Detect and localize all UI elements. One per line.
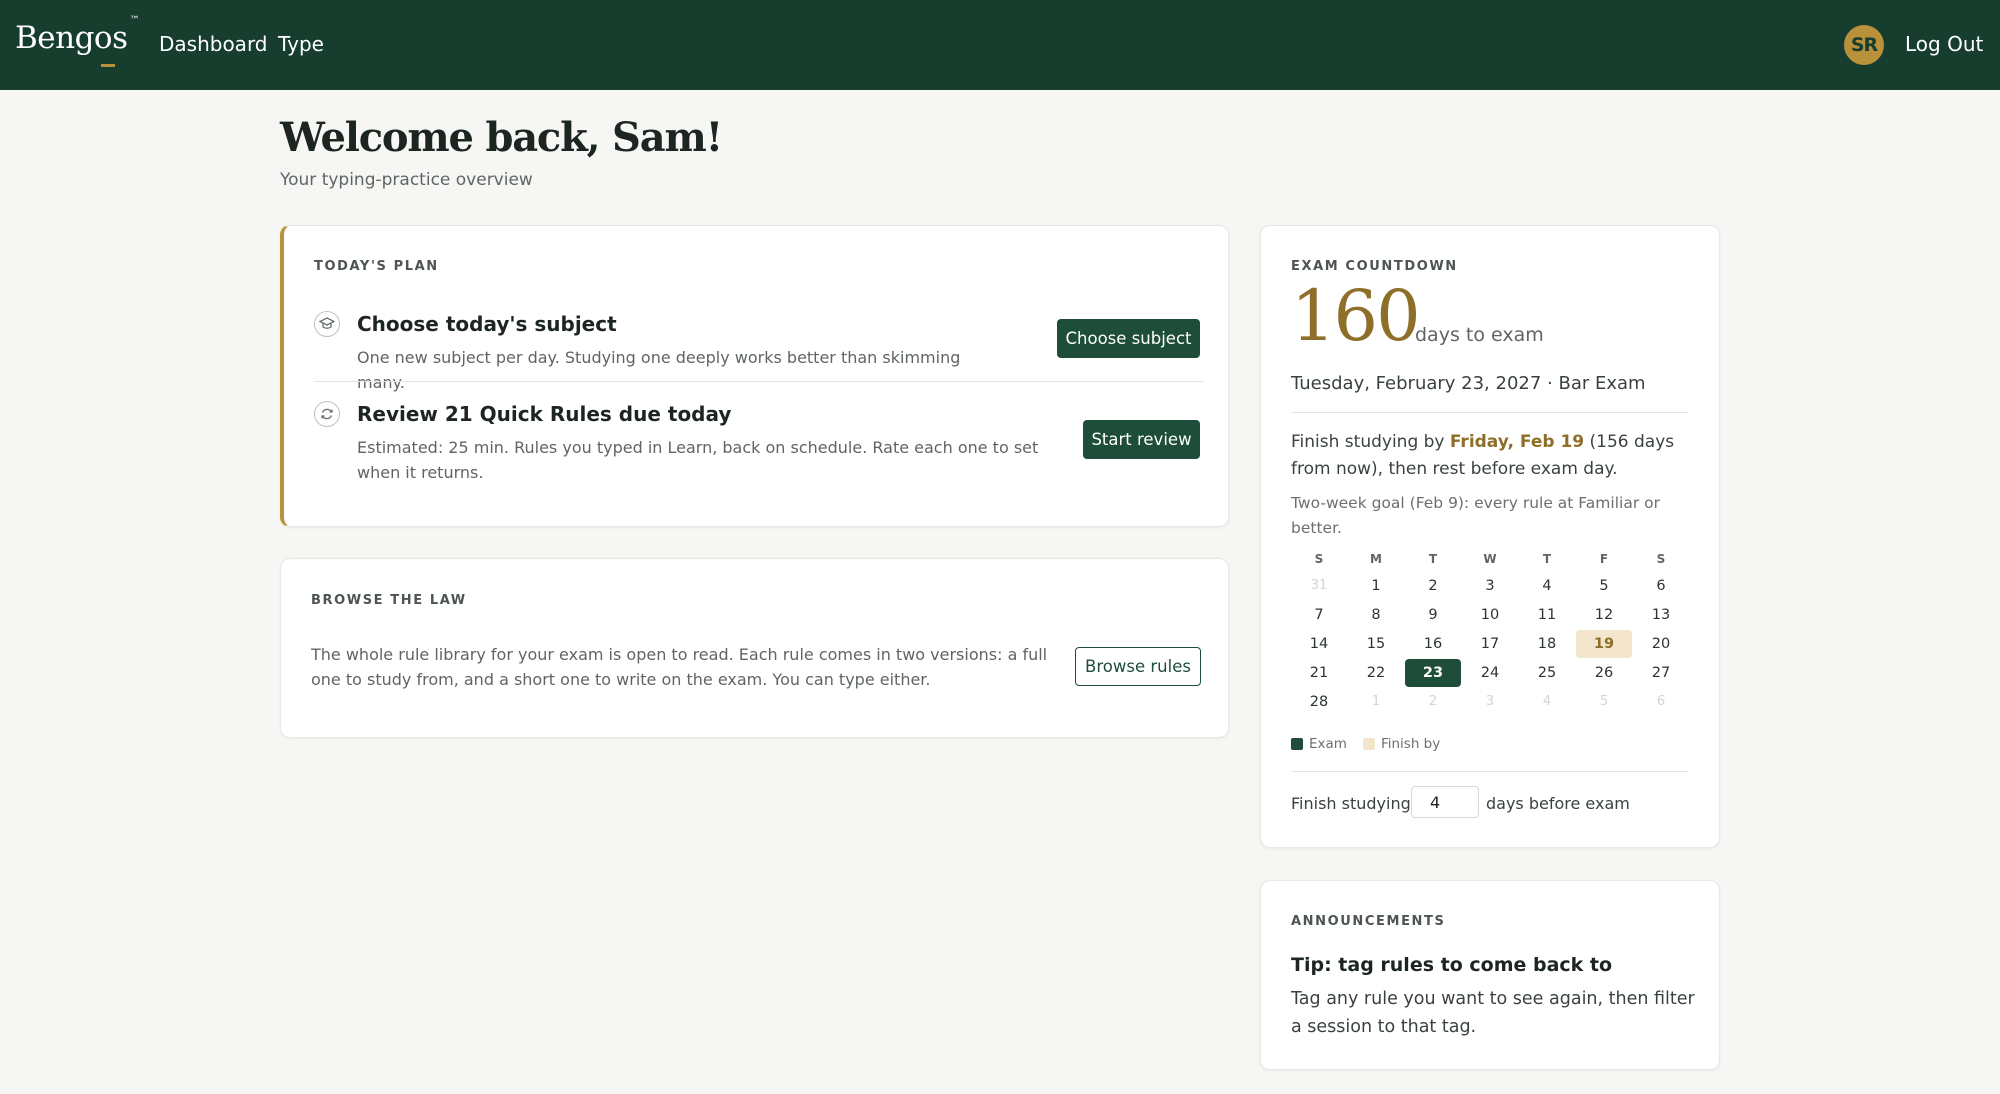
calendar-day: 16 <box>1423 636 1443 652</box>
task-description: Estimated: 25 min. Rules you typed in Le… <box>357 438 1039 482</box>
calendar-weekday: S <box>1656 552 1666 566</box>
calendar-day-outside: 5 <box>1599 694 1609 709</box>
logo[interactable]: Bengos ™ <box>15 15 139 56</box>
legend-exam-swatch <box>1291 738 1303 750</box>
finish-days-input[interactable] <box>1411 786 1479 818</box>
calendar-day: 6 <box>1656 578 1666 594</box>
start-review-button[interactable]: Start review <box>1083 420 1200 459</box>
calendar-day: 26 <box>1594 665 1614 681</box>
calendar-day: 17 <box>1480 636 1500 652</box>
divider <box>1291 412 1689 413</box>
finish-prefix: Finish studying by <box>1291 432 1450 452</box>
calendar-day: 22 <box>1366 665 1386 681</box>
task-description: One new subject per day. Studying one de… <box>357 348 961 392</box>
calendar-day: 9 <box>1428 607 1438 623</box>
logo-text: Bengos <box>15 20 128 56</box>
calendar-day: 2 <box>1428 578 1438 594</box>
days-before-exam-label: days before exam <box>1486 794 1630 813</box>
browse-heading: BROWSE THE LAW <box>311 593 467 608</box>
todays-plan-card: TODAY'S PLAN Choose today's subject One … <box>280 225 1229 527</box>
nav-dashboard[interactable]: Dashboard <box>159 32 268 56</box>
page-title: Welcome back, Sam! <box>280 114 723 161</box>
calendar-day: 18 <box>1537 636 1557 652</box>
refresh-icon <box>314 401 340 427</box>
logo-trademark: ™ <box>129 14 140 26</box>
calendar-day: 7 <box>1314 607 1324 623</box>
announcements-heading: ANNOUNCEMENTS <box>1291 914 1446 929</box>
calendar-day-finish-by: 19 <box>1576 630 1632 658</box>
calendar-day-outside: 31 <box>1310 578 1328 593</box>
calendar-legend: Exam Finish by <box>1291 736 1440 752</box>
days-label: days to exam <box>1415 324 1544 346</box>
browse-rules-button[interactable]: Browse rules <box>1075 647 1201 686</box>
legend-finish-swatch <box>1362 738 1375 750</box>
calendar-weekday: F <box>1599 552 1609 566</box>
calendar-day: 5 <box>1599 578 1609 594</box>
calendar-day: 15 <box>1366 636 1386 652</box>
browse-description: The whole rule library for your exam is … <box>311 645 1048 689</box>
announcement-body: Tag any rule you want to see again, then… <box>1291 989 1695 1037</box>
avatar[interactable]: SR <box>1844 25 1884 65</box>
task-review-rules: Review 21 Quick Rules due today Estimate… <box>314 401 1204 482</box>
calendar-day-outside: 6 <box>1656 694 1666 709</box>
calendar-day: 1 <box>1371 578 1381 594</box>
exam-countdown-card: EXAM COUNTDOWN 160 days to exam Tuesday,… <box>1260 225 1720 848</box>
calendar-day: 12 <box>1594 607 1614 623</box>
logout-button[interactable]: Log Out <box>1905 32 1983 56</box>
legend-finish-label: Finish by <box>1380 736 1441 752</box>
days-count: 160 <box>1291 275 1421 357</box>
legend-exam-label: Exam <box>1309 736 1347 752</box>
todays-plan-heading: TODAY'S PLAN <box>314 259 439 274</box>
countdown-heading: EXAM COUNTDOWN <box>1291 259 1458 274</box>
calendar-day: 25 <box>1537 665 1557 681</box>
calendar-day: 4 <box>1542 578 1552 594</box>
calendar-day-exam: 23 <box>1405 659 1461 687</box>
graduation-cap-icon <box>314 311 340 337</box>
calendar-day: 13 <box>1651 607 1671 623</box>
calendar-day-outside: 2 <box>1428 694 1438 709</box>
calendar-day: 10 <box>1480 607 1500 623</box>
calendar-day: 24 <box>1480 665 1500 681</box>
finish-studying-text: Finish studying by Friday, Feb 19 (156 d… <box>1291 429 1701 483</box>
finish-date: Friday, Feb 19 <box>1449 432 1585 452</box>
logo-underline <box>101 64 115 67</box>
exam-date: Tuesday, February 23, 2027 · Bar Exam <box>1291 373 1646 394</box>
two-week-goal: Two-week goal (Feb 9): every rule at Fam… <box>1291 494 1660 537</box>
calendar-weekday: T <box>1542 552 1552 566</box>
browse-the-law-card: BROWSE THE LAW The whole rule library fo… <box>280 558 1229 738</box>
task-title: Choose today's subject <box>357 312 617 336</box>
announcements-card: ANNOUNCEMENTS Tip: tag rules to come bac… <box>1260 880 1720 1070</box>
divider <box>314 381 1204 382</box>
announcement-title: Tip: tag rules to come back to <box>1291 954 1613 976</box>
divider <box>1291 771 1689 772</box>
calendar-day: 11 <box>1537 607 1557 623</box>
choose-subject-button[interactable]: Choose subject <box>1057 319 1200 358</box>
calendar-day-outside: 3 <box>1485 694 1495 709</box>
calendar-weekday: T <box>1428 552 1438 566</box>
calendar-weekday: S <box>1314 552 1324 566</box>
calendar-day: 28 <box>1309 694 1329 710</box>
finish-studying-label: Finish studying <box>1291 794 1411 813</box>
calendar-weekday: W <box>1483 552 1497 566</box>
top-navigation-bar: Bengos ™ Dashboard Type SR Log Out <box>0 0 2000 90</box>
page-subtitle: Your typing-practice overview <box>280 170 533 190</box>
calendar-day: 21 <box>1309 665 1329 681</box>
task-title: Review 21 Quick Rules due today <box>357 402 732 426</box>
calendar-day: 8 <box>1371 607 1381 623</box>
calendar-day-outside: 1 <box>1371 694 1381 709</box>
calendar-day: 27 <box>1651 665 1671 681</box>
calendar-weekday: M <box>1370 552 1382 566</box>
calendar-day: 14 <box>1309 636 1329 652</box>
calendar-day: 3 <box>1485 578 1495 594</box>
calendar-day: 20 <box>1651 636 1671 652</box>
calendar-day-outside: 4 <box>1542 694 1552 709</box>
nav-type[interactable]: Type <box>278 32 324 56</box>
